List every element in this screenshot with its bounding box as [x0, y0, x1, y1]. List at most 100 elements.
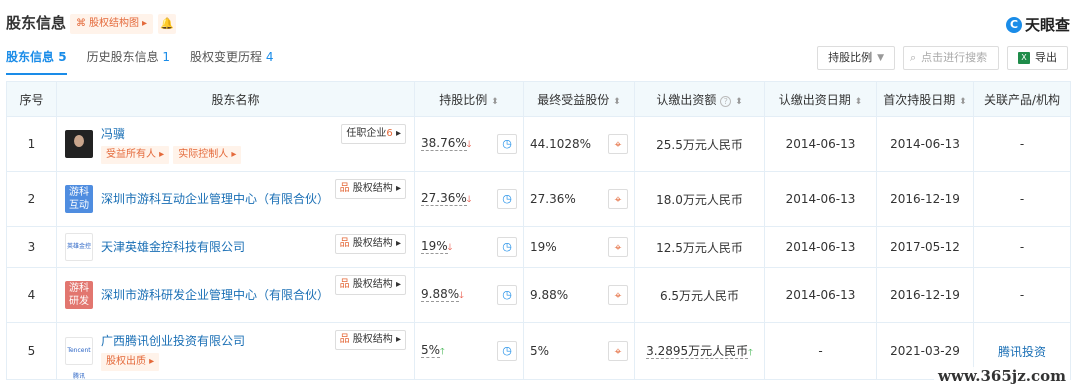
- trace-target-icon[interactable]: ⌖: [608, 237, 628, 257]
- ratio-value[interactable]: 5%: [421, 342, 441, 358]
- arrow-down-icon: 🡓: [466, 194, 472, 205]
- trace-target-icon[interactable]: ⌖: [608, 341, 628, 361]
- capital-cell: 25.5万元人民币: [634, 116, 765, 172]
- shareholder-name-link[interactable]: 深圳市游科研发企业管理中心（有限合伙）: [101, 286, 329, 304]
- tab-count: 1: [162, 50, 171, 64]
- equity-structure-button[interactable]: 品 股权结构 ▸: [334, 179, 406, 199]
- row-index: 3: [6, 226, 57, 268]
- shareholder-name-link[interactable]: 冯骥: [101, 125, 245, 143]
- arrow-up-icon: 🡑: [440, 346, 445, 357]
- help-icon[interactable]: ?: [720, 95, 732, 107]
- sort-icon: ⬍: [959, 96, 967, 107]
- toolbar: 持股比例 ▼ ⌕ 点击进行搜索 X 导出: [817, 46, 1068, 70]
- logo-icon: C: [1005, 16, 1022, 33]
- related-cell: -: [973, 171, 1071, 227]
- history-clock-icon[interactable]: ◷: [497, 285, 517, 305]
- chevron-down-icon: ▼: [877, 53, 884, 63]
- company-logo[interactable]: 英雄金控: [65, 233, 93, 261]
- col-sub-date[interactable]: 认缴出资日期 ⬍: [764, 81, 877, 117]
- history-clock-icon[interactable]: ◷: [497, 341, 517, 361]
- avatar[interactable]: [65, 130, 93, 158]
- col-ratio[interactable]: 持股比例 ⬍: [414, 81, 524, 117]
- equity-structure-button[interactable]: 品 股权结构 ▸: [334, 330, 406, 350]
- tab-label: 历史股东信息: [86, 50, 159, 64]
- avatar[interactable]: 游科互动: [65, 185, 93, 213]
- sort-icon: ⬍: [854, 96, 863, 107]
- ratio-value[interactable]: 38.76%: [421, 135, 467, 151]
- name-cell: 游科研发 深圳市游科研发企业管理中心（有限合伙） 品 股权结构 ▸: [56, 267, 415, 323]
- ratio-value[interactable]: 19%: [421, 238, 448, 254]
- final-share-value: 19%: [530, 240, 557, 254]
- tab-shareholders[interactable]: 股东信息 5: [6, 48, 67, 75]
- trace-target-icon[interactable]: ⌖: [608, 189, 628, 209]
- arrow-down-icon: 🡓: [459, 290, 464, 301]
- ratio-value[interactable]: 27.36%: [421, 190, 467, 206]
- equity-chart-button[interactable]: ⌘ 股权结构图 ▸: [70, 14, 154, 34]
- tab-bar: 股东信息 5 历史股东信息 1 股权变更历程 4: [6, 48, 274, 75]
- watermark: www.365jz.com: [934, 367, 1070, 385]
- col-final-share[interactable]: 最终受益股份 ⬍: [523, 81, 635, 117]
- history-clock-icon[interactable]: ◷: [497, 189, 517, 209]
- ratio-cell: 5%🡑 ◷: [414, 322, 524, 380]
- search-icon: ⌕: [910, 51, 917, 64]
- col-capital[interactable]: 认缴出资额 ? ⬍: [634, 81, 765, 117]
- history-clock-icon[interactable]: ◷: [497, 134, 517, 154]
- tab-history-shareholders[interactable]: 历史股东信息 1: [87, 48, 170, 75]
- final-share-cell: 27.36% ⌖: [523, 171, 635, 227]
- history-clock-icon[interactable]: ◷: [497, 237, 517, 257]
- caret-right-icon: ▸: [142, 18, 148, 29]
- search-input[interactable]: ⌕ 点击进行搜索: [903, 46, 999, 70]
- final-share-cell: 19% ⌖: [523, 226, 635, 268]
- related-cell: -: [973, 116, 1071, 172]
- first-date-cell: 2016-12-19: [876, 171, 974, 227]
- final-share-cell: 9.88% ⌖: [523, 267, 635, 323]
- shareholder-name-link[interactable]: 深圳市游科互动企业管理中心（有限合伙）: [101, 190, 329, 208]
- equity-structure-button[interactable]: 品 股权结构 ▸: [334, 234, 406, 254]
- bell-button[interactable]: 🔔: [158, 14, 176, 34]
- tag-beneficial-owner[interactable]: 受益所有人 ▸: [101, 145, 170, 164]
- ratio-filter-dropdown[interactable]: 持股比例 ▼: [817, 46, 895, 70]
- arrow-down-icon: 🡓: [447, 242, 453, 253]
- related-product-link[interactable]: 腾讯投资: [998, 345, 1046, 359]
- tab-count: 4: [265, 50, 274, 64]
- ratio-value[interactable]: 9.88%: [421, 286, 460, 302]
- shareholder-name-link[interactable]: 天津英雄金控科技有限公司: [101, 238, 245, 256]
- sort-icon: ⬍: [735, 96, 743, 107]
- sub-date-cell: 2014-06-13: [764, 226, 877, 268]
- first-date-cell: 2014-06-13: [876, 116, 974, 172]
- name-cell: Tencent 腾讯 广西腾讯创业投资有限公司 股权出质 ▸ 品 股权结构 ▸: [56, 322, 415, 380]
- structure-icon: 品: [339, 183, 350, 194]
- related-companies-button[interactable]: 任职企业6 ▸: [341, 124, 406, 144]
- export-button[interactable]: X 导出: [1007, 46, 1068, 70]
- structure-icon: 品: [339, 238, 350, 249]
- shareholder-name-link[interactable]: 广西腾讯创业投资有限公司: [101, 332, 245, 350]
- structure-icon: 品: [339, 279, 350, 290]
- capital-value[interactable]: 3.2895万元人民币: [646, 343, 749, 359]
- equity-structure-button[interactable]: 品 股权结构 ▸: [334, 275, 406, 295]
- name-cell: 冯骥 受益所有人 ▸ 实际控制人 ▸ 任职企业6 ▸: [56, 116, 415, 172]
- tab-equity-changes[interactable]: 股权变更历程 4: [190, 48, 273, 75]
- tag-actual-controller[interactable]: 实际控制人 ▸: [173, 145, 242, 164]
- col-related: 关联产品/机构: [973, 81, 1071, 117]
- final-share-cell: 44.1028% ⌖: [523, 116, 635, 172]
- export-label: 导出: [1035, 51, 1057, 64]
- trace-target-icon[interactable]: ⌖: [608, 134, 628, 154]
- capital-cell: 18.0万元人民币: [634, 171, 765, 227]
- sub-date-cell: -: [764, 322, 877, 380]
- table-row: 2 游科互动 深圳市游科互动企业管理中心（有限合伙） 品 股权结构 ▸ 27.3…: [6, 171, 1071, 227]
- col-first-date[interactable]: 首次持股日期 ⬍: [876, 81, 974, 117]
- tab-label: 股权变更历程: [190, 50, 263, 64]
- capital-cell: 6.5万元人民币: [634, 267, 765, 323]
- col-index: 序号: [6, 81, 57, 117]
- sort-icon: ⬍: [491, 96, 499, 107]
- header-bar: 股东信息 ⌘ 股权结构图 ▸ 🔔 C 天眼查: [0, 0, 1080, 44]
- network-icon: ⌘: [76, 18, 86, 29]
- arrow-down-icon: 🡓: [466, 139, 472, 150]
- ratio-cell: 19%🡓 ◷: [414, 226, 524, 268]
- avatar[interactable]: 游科研发: [65, 281, 93, 309]
- tag-equity-pledge[interactable]: 股权出质 ▸: [101, 352, 160, 371]
- trace-target-icon[interactable]: ⌖: [608, 285, 628, 305]
- name-cell: 英雄金控 天津英雄金控科技有限公司 品 股权结构 ▸: [56, 226, 415, 268]
- company-logo[interactable]: Tencent 腾讯: [65, 337, 93, 380]
- section-title: 股东信息: [6, 14, 67, 32]
